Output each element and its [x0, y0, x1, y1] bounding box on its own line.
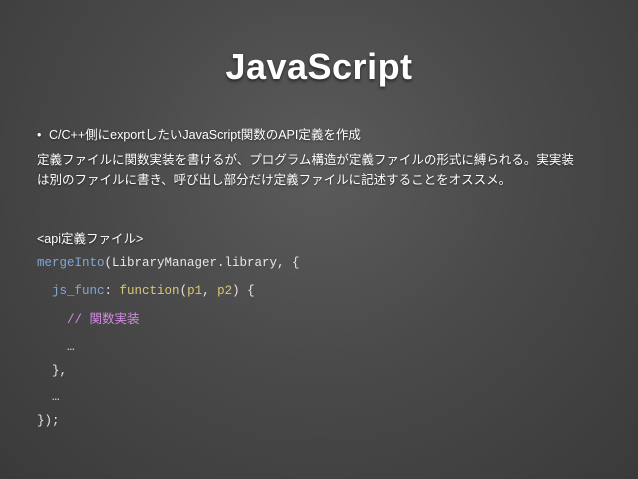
slide-title: JavaScript — [225, 46, 413, 87]
code-keyword: function — [119, 284, 180, 298]
code-param-2: p2 — [217, 284, 233, 298]
code-line-3: // 関数実装 — [37, 308, 140, 327]
code-line-7: }); — [37, 414, 60, 428]
bullet-text: C/C++側にexportしたいJavaScript関数のAPI定義を作成 — [49, 128, 361, 142]
slide: JavaScript • C/C++側にexportしたいJavaScript関数… — [0, 0, 638, 479]
code-text: (LibraryManager.library, { — [104, 256, 300, 270]
code-param-1: p1 — [187, 284, 203, 298]
code-comment: // 関数実装 — [67, 313, 140, 327]
paragraph-line-1: 定義ファイルに関数実装を書けるが、プログラム構造が定義ファイルの形式に縛られる。… — [37, 153, 574, 167]
code-function-name: mergeInto — [37, 256, 105, 270]
paragraph-line-2: は別のファイルに書き、呼び出し部分だけ定義ファイルに記述することをオススメ。 — [37, 173, 512, 187]
code-text: : — [104, 284, 120, 298]
code-line-1: mergeInto(LibraryManager.library, { — [37, 256, 300, 270]
code-property-name: js_func — [52, 284, 105, 298]
bullet-dot-icon: • — [37, 128, 42, 142]
description-paragraph: 定義ファイルに関数実装を書けるが、プログラム構造が定義ファイルの形式に縛られる。… — [37, 150, 609, 190]
code-text: , — [202, 284, 218, 298]
code-line-2: js_func: function(p1, p2) { — [37, 284, 255, 298]
code-text: ( — [179, 284, 188, 298]
bullet-item: • C/C++側にexportしたいJavaScript関数のAPI定義を作成 — [37, 124, 361, 143]
code-line-6: … — [37, 390, 60, 404]
code-subheading: <api定義ファイル> — [37, 232, 144, 246]
code-line-4: … — [37, 340, 75, 354]
code-line-5: }, — [37, 364, 68, 378]
code-text: ) { — [232, 284, 255, 298]
